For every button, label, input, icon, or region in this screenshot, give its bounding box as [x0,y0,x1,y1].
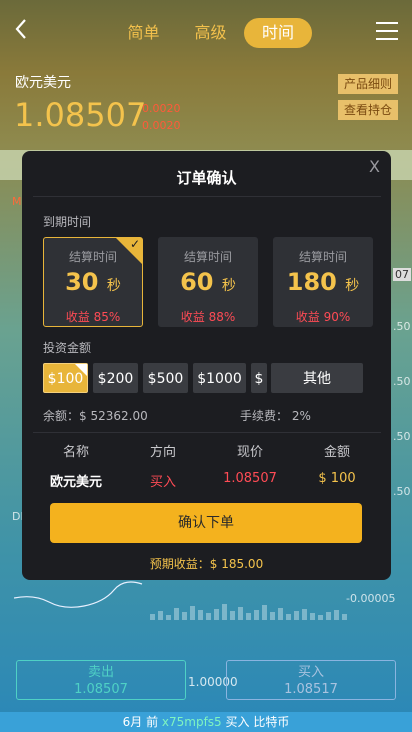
divider [33,196,381,197]
expiry-label: 到期时间 [43,215,92,229]
selected-corner [75,364,87,376]
checkmark-icon: ✓ [129,237,140,251]
ticker-prefix: 6月 前 [122,715,162,729]
back-chevron-left-icon[interactable] [14,18,34,44]
indicator-line [14,581,143,608]
activity-ticker: 6月 前 x75mpfs5 买入 比特币 [0,712,412,732]
volume-bar [166,615,171,620]
amount-option-1000[interactable]: $1000 [193,363,246,393]
sell-button[interactable]: 卖出 1.08507 [16,660,186,700]
volume-bar [310,613,315,620]
chevron-left-icon [15,19,26,39]
expiry-option-30[interactable]: 结算时间 30 秒 收益 85% ✓ [43,237,143,327]
tab-simple[interactable]: 简单 [110,18,177,48]
volume-bar [270,612,275,620]
volume-bar [294,611,299,620]
mode-tabs: 简单 高级 时间 [110,18,312,48]
confirm-order-button[interactable]: 确认下单 [50,503,362,543]
tab-advanced[interactable]: 高级 [177,18,244,48]
volume-bar [198,610,203,620]
amount-option-200[interactable]: $200 [93,363,138,393]
expiry-profit: 收益 85% [65,310,121,324]
amount-option-100[interactable]: $100 [43,363,88,393]
sell-label: 卖出 [87,665,114,680]
buy-button[interactable]: 买入 1.08517 [226,660,396,700]
axis-label: .50 [393,320,411,333]
volume-bar [158,611,163,620]
chart-mark-m: M [12,195,22,208]
volume-bar [262,605,267,620]
divider [33,432,381,433]
axis-label: 07 [393,268,411,281]
volume-bar [326,612,331,620]
buy-price: 1.08517 [284,682,338,697]
order-confirm-modal: X 订单确认 到期时间 结算时间 30 秒 收益 85% ✓ 结算时间 60 秒… [22,151,391,580]
expiry-value: 60 秒 [180,268,236,296]
tab-time[interactable]: 时间 [244,18,312,48]
top-bar: 简单 高级 时间 [0,0,412,64]
volume-bar [342,614,347,620]
row-amount: $ 100 [318,471,356,486]
row-name: 欧元美元 [49,475,102,490]
expiry-value: 30 秒 [65,268,121,296]
buy-label: 买入 [297,665,324,680]
modal-title: 订单确认 [176,169,237,187]
volume-bar [190,606,195,620]
volume-bar [174,608,179,620]
amount-other-button[interactable]: 其他 [271,363,363,393]
volume-bar [206,613,211,620]
expiry-caption: 结算时间 [183,250,232,264]
col-header-amount: 金额 [323,445,350,460]
ticker-user: x75mpfs5 [161,715,222,729]
expiry-profit: 收益 90% [295,310,351,324]
volume-bar [318,615,323,620]
row-price: 1.08507 [223,471,277,486]
volume-bar [286,614,291,620]
volume-bar [334,610,339,620]
product-rules-button[interactable]: 产品细则 [338,74,398,94]
volume-bar [302,609,307,620]
col-header-direction: 方向 [149,445,176,460]
volume-bar [182,612,187,620]
col-header-price: 现价 [236,445,263,460]
balance-text: 余额：$ 52362.00 [43,409,148,423]
axis-label: .50 [393,485,411,498]
col-header-name: 名称 [62,445,89,460]
price-change-2: 0.0020 [142,119,181,132]
volume-bar [222,604,227,620]
volume-bar [238,607,243,620]
expiry-profit: 收益 88% [180,310,236,324]
amount-option-500[interactable]: $500 [143,363,188,393]
price-change-1: 0.0020 [142,102,181,115]
volume-bar [246,613,251,620]
pair-name: 欧元美元 [15,75,71,91]
custom-amount-currency: $ [251,363,267,393]
fee-text: 手续费： 2% [240,409,311,423]
sell-price: 1.08507 [74,682,128,697]
current-price: 1.08507 [14,96,147,134]
volume-bar [254,610,259,620]
volume-bar [230,611,235,620]
expiry-value: 180 秒 [286,268,360,296]
axis-label: .50 [393,375,411,388]
axis-label: .50 [393,430,411,443]
view-positions-button[interactable]: 查看持仓 [338,100,398,120]
expiry-option-60[interactable]: 结算时间 60 秒 收益 88% [158,237,258,327]
amount-label: 投资金额 [43,341,92,355]
expiry-option-180[interactable]: 结算时间 180 秒 收益 90% [273,237,373,327]
volume-bar [214,609,219,620]
expected-profit: 预期收益：$ 185.00 [149,557,264,571]
expiry-caption: 结算时间 [298,250,347,264]
volume-bar [278,608,283,620]
ticker-suffix: 买入 比特币 [221,715,290,729]
row-direction: 买入 [149,475,176,490]
hamburger-menu-icon[interactable] [376,22,398,40]
volume-bar [150,614,155,620]
